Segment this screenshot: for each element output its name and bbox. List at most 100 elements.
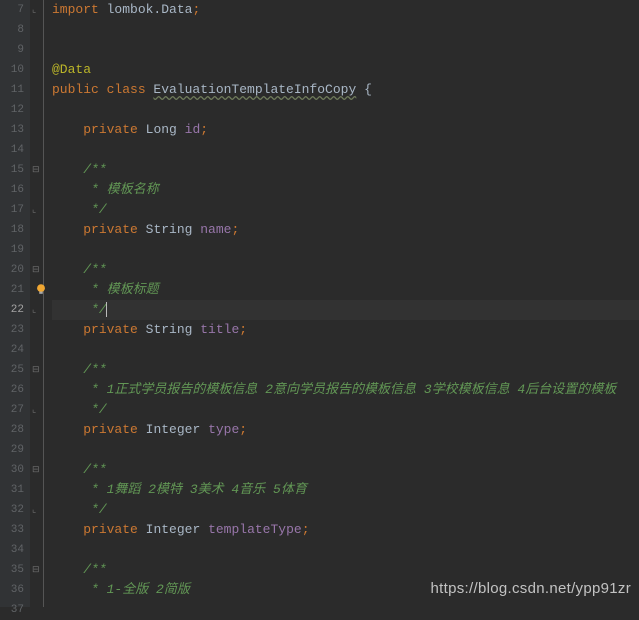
code-line[interactable]: /** xyxy=(52,360,639,380)
fold-cell[interactable]: ⌞ xyxy=(30,300,43,320)
code-line[interactable] xyxy=(52,100,639,120)
code-line[interactable]: /** xyxy=(52,560,639,580)
line-number[interactable]: 36 xyxy=(0,580,30,600)
fold-cell[interactable]: ⌞ xyxy=(30,500,43,520)
code-line[interactable] xyxy=(52,340,639,360)
line-number[interactable]: 25 xyxy=(0,360,30,380)
code-line[interactable]: /** xyxy=(52,160,639,180)
fold-end-icon[interactable]: ⌞ xyxy=(32,406,41,415)
fold-cell[interactable] xyxy=(30,480,43,500)
code-line[interactable]: /** xyxy=(52,260,639,280)
line-number[interactable]: 20 xyxy=(0,260,30,280)
line-number[interactable]: 37 xyxy=(0,600,30,620)
fold-cell[interactable] xyxy=(30,180,43,200)
line-number[interactable]: 31 xyxy=(0,480,30,500)
fold-cell[interactable] xyxy=(30,240,43,260)
fold-cell[interactable] xyxy=(30,540,43,560)
fold-end-icon[interactable]: ⌞ xyxy=(32,306,41,315)
fold-cell[interactable] xyxy=(30,60,43,80)
line-number[interactable]: 18 xyxy=(0,220,30,240)
code-line[interactable]: */ xyxy=(52,500,639,520)
line-number[interactable]: 26 xyxy=(0,380,30,400)
fold-cell[interactable] xyxy=(30,340,43,360)
code-line[interactable]: */ xyxy=(52,400,639,420)
fold-start-icon[interactable]: ⊟ xyxy=(32,566,41,575)
fold-cell[interactable] xyxy=(30,140,43,160)
fold-cell[interactable]: ⊟ xyxy=(30,360,43,380)
line-number[interactable]: 28 xyxy=(0,420,30,440)
line-number[interactable]: 33 xyxy=(0,520,30,540)
fold-cell[interactable]: ⌞ xyxy=(30,0,43,20)
code-line[interactable]: * 模板标题 xyxy=(52,280,639,300)
line-number[interactable]: 22 xyxy=(0,300,30,320)
code-line[interactable] xyxy=(52,540,639,560)
code-line[interactable]: private String title; xyxy=(52,320,639,340)
code-line[interactable] xyxy=(52,20,639,40)
line-number[interactable]: 21 xyxy=(0,280,30,300)
line-number[interactable]: 10 xyxy=(0,60,30,80)
line-number[interactable]: 9 xyxy=(0,40,30,60)
line-number[interactable]: 34 xyxy=(0,540,30,560)
code-editor[interactable]: 7891011121314151617181920212223242526272… xyxy=(0,0,639,607)
line-number[interactable]: 29 xyxy=(0,440,30,460)
fold-cell[interactable] xyxy=(30,580,43,600)
fold-end-icon[interactable]: ⌞ xyxy=(32,506,41,515)
line-number[interactable]: 14 xyxy=(0,140,30,160)
fold-start-icon[interactable]: ⊟ xyxy=(32,166,41,175)
code-line[interactable]: import lombok.Data; xyxy=(52,0,639,20)
line-number[interactable]: 8 xyxy=(0,20,30,40)
intention-bulb-icon[interactable] xyxy=(34,282,48,296)
code-line[interactable] xyxy=(52,140,639,160)
fold-end-icon[interactable]: ⌞ xyxy=(32,206,41,215)
code-line[interactable] xyxy=(52,40,639,60)
code-line[interactable]: * 1正式学员报告的模板信息 2意向学员报告的模板信息 3学校模板信息 4后台设… xyxy=(52,380,639,400)
line-number[interactable]: 35 xyxy=(0,560,30,580)
line-number-gutter[interactable]: 7891011121314151617181920212223242526272… xyxy=(0,0,30,607)
fold-cell[interactable] xyxy=(30,520,43,540)
fold-cell[interactable] xyxy=(30,320,43,340)
line-number[interactable]: 16 xyxy=(0,180,30,200)
code-line[interactable] xyxy=(52,240,639,260)
line-number[interactable]: 23 xyxy=(0,320,30,340)
line-number[interactable]: 12 xyxy=(0,100,30,120)
fold-cell[interactable] xyxy=(30,40,43,60)
fold-cell[interactable]: ⌞ xyxy=(30,400,43,420)
fold-cell[interactable] xyxy=(30,100,43,120)
code-line[interactable]: */ xyxy=(52,200,639,220)
fold-start-icon[interactable]: ⊟ xyxy=(32,266,41,275)
code-line[interactable]: public class EvaluationTemplateInfoCopy … xyxy=(52,80,639,100)
fold-gutter[interactable]: ⌞ ⊟ ⌞ ⊟ ⌞ ⊟ ⌞ ⊟ ⌞ ⊟ xyxy=(30,0,44,607)
line-number[interactable]: 11 xyxy=(0,80,30,100)
line-number[interactable]: 15 xyxy=(0,160,30,180)
fold-cell[interactable] xyxy=(30,20,43,40)
code-line[interactable]: * 1舞蹈 2模特 3美术 4音乐 5体育 xyxy=(52,480,639,500)
fold-cell[interactable]: ⊟ xyxy=(30,460,43,480)
fold-cell[interactable] xyxy=(30,440,43,460)
fold-cell[interactable]: ⊟ xyxy=(30,160,43,180)
code-line[interactable]: /** xyxy=(52,460,639,480)
code-line[interactable] xyxy=(52,440,639,460)
fold-cell[interactable]: ⊟ xyxy=(30,260,43,280)
line-number[interactable]: 32 xyxy=(0,500,30,520)
line-number[interactable]: 17 xyxy=(0,200,30,220)
code-line[interactable]: */ xyxy=(52,300,639,320)
code-line[interactable]: * 模板名称 xyxy=(52,180,639,200)
fold-start-icon[interactable]: ⊟ xyxy=(32,366,41,375)
code-area[interactable]: import lombok.Data;@Datapublic class Eva… xyxy=(44,0,639,607)
line-number[interactable]: 27 xyxy=(0,400,30,420)
code-line[interactable]: private Integer type; xyxy=(52,420,639,440)
code-line[interactable]: private Long id; xyxy=(52,120,639,140)
line-number[interactable]: 24 xyxy=(0,340,30,360)
fold-cell[interactable] xyxy=(30,80,43,100)
fold-end-icon[interactable]: ⌞ xyxy=(32,6,41,15)
fold-cell[interactable] xyxy=(30,220,43,240)
fold-cell[interactable] xyxy=(30,120,43,140)
line-number[interactable]: 7 xyxy=(0,0,30,20)
fold-cell[interactable] xyxy=(30,420,43,440)
code-line[interactable] xyxy=(52,600,639,620)
fold-cell[interactable] xyxy=(30,600,43,620)
fold-start-icon[interactable]: ⊟ xyxy=(32,466,41,475)
code-line[interactable]: private Integer templateType; xyxy=(52,520,639,540)
code-line[interactable]: private String name; xyxy=(52,220,639,240)
line-number[interactable]: 13 xyxy=(0,120,30,140)
